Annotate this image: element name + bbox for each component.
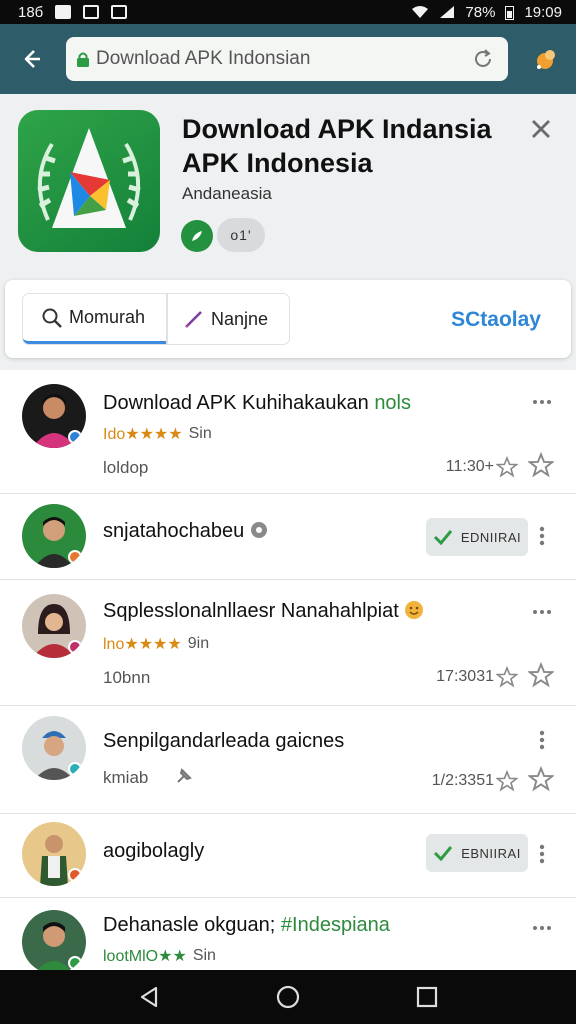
rating-stars: lootMlO★★ xyxy=(103,948,187,965)
star-outline-icon[interactable] xyxy=(496,456,518,478)
emoji-icon xyxy=(405,601,424,619)
reload-button[interactable] xyxy=(468,44,498,74)
row-meta: Ido★★★★ Sin xyxy=(103,425,212,443)
app-subtitle: Andaneasia xyxy=(182,184,272,203)
signal-icon xyxy=(440,6,455,18)
leaf-icon xyxy=(192,231,202,241)
search-icon xyxy=(42,308,62,328)
close-button[interactable] xyxy=(528,116,554,142)
back-button[interactable] xyxy=(12,39,52,79)
app-title-line1: Download APK Indansia xyxy=(182,114,492,144)
more-horizontal-icon[interactable] xyxy=(530,600,554,624)
more-horizontal-icon[interactable] xyxy=(530,916,554,940)
pin-icon xyxy=(177,768,192,783)
app-list: Download APK Kuhihakaukan nols Ido★★★★ S… xyxy=(0,370,576,970)
tab-label: Momurah xyxy=(69,307,146,327)
nav-home-icon xyxy=(276,985,300,1009)
rating-stars: lno★★★★ xyxy=(103,636,182,653)
row-subtext: kmiab xyxy=(103,768,149,787)
row-time: 17:3031 xyxy=(436,668,494,685)
check-icon xyxy=(434,846,453,861)
row-title: Download APK Kuhihakaukan nols xyxy=(103,392,412,414)
tab-momurah[interactable]: Momurah xyxy=(23,294,167,344)
avatar xyxy=(22,384,86,448)
edit-button[interactable]: EDNIIRAI xyxy=(426,518,528,556)
star-outline-icon[interactable] xyxy=(496,770,518,792)
list-item[interactable]: snjatahochabeu EDNIIRAI xyxy=(0,494,576,580)
avatar xyxy=(22,716,86,780)
app-header: Download APK Indansia APK Indonesia Anda… xyxy=(0,94,576,370)
app-title: Download APK Indansia APK Indonesia xyxy=(182,112,512,180)
more-vertical-icon[interactable] xyxy=(530,842,554,866)
list-item[interactable]: aogibolagly EBNIIRAI xyxy=(0,814,576,898)
row-subtext: 10bnn xyxy=(103,668,151,687)
row-time: 11:30+ xyxy=(445,458,494,475)
reload-icon xyxy=(475,49,491,67)
url-bar[interactable]: Download APK Indonsian xyxy=(66,37,508,81)
tab-label: Nanjne xyxy=(211,308,269,329)
list-item[interactable]: Senpilgandarleada gaicnes kmiab 1/2:3351 xyxy=(0,706,576,814)
verified-icon xyxy=(250,522,267,538)
options-pill[interactable]: o1' xyxy=(217,218,265,252)
tab-link[interactable]: SCtaolay xyxy=(451,308,541,332)
lock-icon xyxy=(77,52,89,67)
list-item[interactable]: Dehanasle okguan; #Indespiana lootMlO★★ … xyxy=(0,898,576,970)
message-icon xyxy=(111,5,128,19)
wifi-icon xyxy=(412,6,429,18)
nav-back-button[interactable] xyxy=(129,977,169,1017)
row-title: Sqplesslonalnllaesr Nanahahlpiat xyxy=(103,600,424,623)
more-vertical-icon[interactable] xyxy=(530,524,554,548)
status-left-text: 18б xyxy=(18,3,44,21)
app-title-line2: APK Indonesia xyxy=(182,148,373,178)
battery-text: 78% xyxy=(465,3,496,21)
more-horizontal-icon[interactable] xyxy=(530,390,554,414)
tab-card: Momurah Nanjne SCtaolay xyxy=(5,280,571,358)
star-outline-icon[interactable] xyxy=(496,666,518,688)
row-title: Senpilgandarleada gaicnes xyxy=(103,730,345,752)
favorite-star-icon[interactable] xyxy=(528,766,554,792)
nav-back-icon xyxy=(141,986,158,1008)
rating-stars: Ido★★★★ xyxy=(103,426,183,443)
row-title: snjatahochabeu xyxy=(103,520,268,543)
tab-nanjne[interactable]: Nanjne xyxy=(167,294,289,344)
extension-icon xyxy=(537,50,555,69)
row-meta: lootMlO★★ Sin xyxy=(103,947,216,965)
row-meta: lno★★★★ 9in xyxy=(103,635,210,653)
list-item[interactable]: Download APK Kuhihakaukan nols Ido★★★★ S… xyxy=(0,370,576,494)
nav-recents-icon xyxy=(416,986,437,1008)
install-button[interactable] xyxy=(181,220,213,252)
status-bar: 18б 78% 19:09 xyxy=(0,0,576,24)
screenshot-icon xyxy=(83,5,100,19)
avatar xyxy=(22,594,86,658)
row-time: 1/2:3351 xyxy=(431,772,494,789)
extension-button[interactable] xyxy=(528,41,564,77)
back-arrow-icon xyxy=(24,50,40,68)
row-subtext: loldop xyxy=(103,458,149,477)
app-icon[interactable] xyxy=(18,110,160,252)
row-title: aogibolagly xyxy=(103,840,205,862)
avatar xyxy=(22,504,86,568)
check-icon xyxy=(433,530,452,545)
avatar xyxy=(22,910,86,970)
close-icon xyxy=(532,120,550,138)
url-text: Download APK Indonsian xyxy=(96,48,311,69)
edit-button[interactable]: EBNIIRAI xyxy=(426,834,528,872)
row-title: Dehanasle okguan; #Indespiana xyxy=(103,914,390,936)
clock: 19:09 xyxy=(524,3,562,21)
system-nav-bar xyxy=(0,970,576,1024)
nav-recents-button[interactable] xyxy=(407,977,447,1017)
list-item[interactable]: Sqplesslonalnllaesr Nanahahlpiat lno★★★★… xyxy=(0,580,576,706)
browser-toolbar: Download APK Indonsian xyxy=(0,24,576,94)
nav-home-button[interactable] xyxy=(268,977,308,1017)
notification-icon xyxy=(55,5,72,19)
avatar xyxy=(22,822,86,886)
favorite-star-icon[interactable] xyxy=(528,662,554,688)
more-vertical-icon[interactable] xyxy=(530,728,554,752)
favorite-star-icon[interactable] xyxy=(528,452,554,478)
app-logo-icon xyxy=(37,128,141,228)
pen-icon xyxy=(185,311,202,328)
battery-icon xyxy=(505,5,515,20)
